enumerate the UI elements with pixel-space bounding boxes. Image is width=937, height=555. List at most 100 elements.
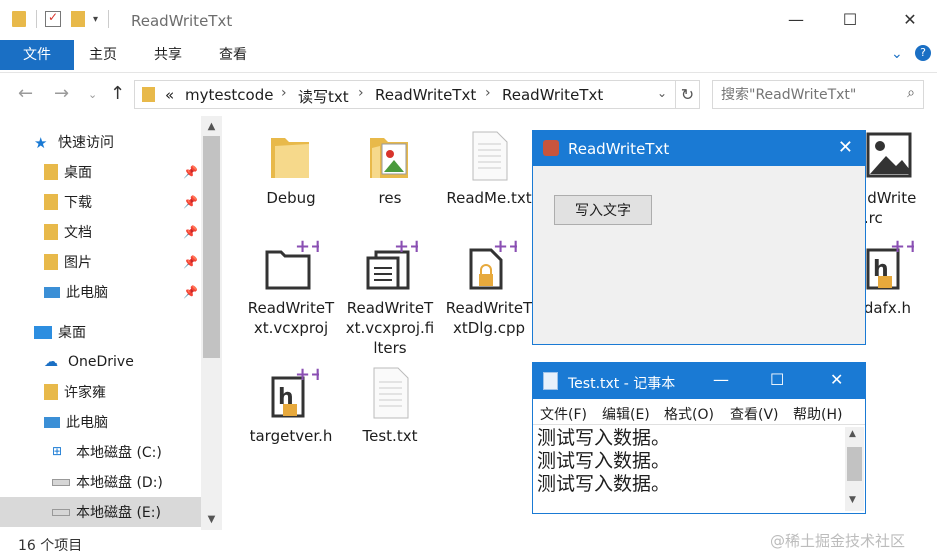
app-icon: [543, 140, 559, 156]
nav-onedrive[interactable]: ☁ OneDrive: [44, 347, 134, 377]
close-button[interactable]: ✕: [830, 370, 843, 389]
svg-text:++: ++: [295, 366, 319, 385]
breadcrumb-readwritetxt[interactable]: ReadWriteTxt: [375, 86, 476, 104]
pin-icon[interactable]: 📌: [183, 195, 198, 209]
header-file-icon: h ++: [271, 366, 319, 418]
menu-edit[interactable]: 编辑(E): [602, 404, 650, 424]
file-item[interactable]: Debug: [246, 130, 336, 208]
scroll-up-icon[interactable]: ▲: [201, 121, 222, 132]
nav-downloads[interactable]: 下载: [44, 187, 92, 217]
breadcrumb-overflow[interactable]: «: [165, 86, 174, 104]
file-name: adWrite t.rc: [858, 189, 917, 227]
pin-icon[interactable]: 📌: [183, 165, 198, 179]
close-icon[interactable]: ✕: [838, 137, 853, 158]
file-name: res: [378, 189, 402, 207]
scroll-down-icon[interactable]: ▼: [849, 495, 856, 505]
notepad-text-area[interactable]: 测试写入数据。 测试写入数据。 测试写入数据。: [537, 427, 843, 511]
nav-this-pc-pinned[interactable]: 此电脑: [44, 277, 108, 307]
nav-label: 许家雍: [64, 385, 106, 401]
file-item[interactable]: res: [345, 130, 435, 208]
file-item[interactable]: adWrite t.rc: [858, 130, 937, 228]
search-input[interactable]: [721, 85, 891, 105]
customize-toolbar-icon[interactable]: ▾: [93, 14, 98, 25]
file-name: Test.txt: [362, 427, 418, 445]
notepad-title-bar[interactable]: Test.txt - 记事本 — ☐ ✕: [533, 363, 865, 399]
dialog-title-bar[interactable]: ReadWriteTxt ✕: [533, 131, 865, 166]
tab-view[interactable]: 查看: [219, 40, 247, 70]
menu-view[interactable]: 查看(V): [730, 404, 779, 424]
breadcrumb-separator-icon[interactable]: ›: [358, 85, 364, 101]
file-item[interactable]: h ++ tdafx.h: [858, 238, 937, 318]
menu-help[interactable]: 帮助(H): [793, 404, 842, 424]
folder-icon: [12, 11, 26, 27]
address-bar[interactable]: « mytestcode › 读写txt › ReadWriteTxt › Re…: [134, 80, 676, 109]
scroll-up-icon[interactable]: ▲: [849, 429, 856, 439]
nav-drive-d[interactable]: 本地磁盘 (D:): [52, 467, 163, 497]
up-arrow-icon[interactable]: ↑: [110, 83, 125, 104]
search-box[interactable]: ⌕: [712, 80, 924, 109]
minimize-button[interactable]: —: [784, 8, 808, 32]
nav-drive-e-selected[interactable]: 本地磁盘 (E:): [0, 497, 201, 527]
file-item[interactable]: ++ ReadWriteTxtDlg.cpp: [444, 238, 534, 338]
nav-desktop-pinned[interactable]: 桌面: [44, 157, 92, 187]
breadcrumb-readwrite-txt[interactable]: 读写txt: [298, 86, 349, 107]
search-icon: ⌕: [907, 85, 915, 101]
nav-documents[interactable]: 文档: [44, 217, 92, 247]
nav-desktop[interactable]: 桌面: [34, 317, 86, 347]
address-dropdown-icon[interactable]: ⌄: [657, 86, 667, 100]
file-item[interactable]: ReadMe.txt: [444, 130, 534, 208]
notepad-scrollbar[interactable]: ▲ ▼: [845, 427, 864, 511]
nav-label: 此电脑: [66, 415, 108, 431]
vcxproj-icon: ++: [265, 238, 319, 290]
nav-scrollbar[interactable]: ▲ ▼: [201, 116, 222, 530]
nav-user-folder[interactable]: 许家雍: [44, 377, 106, 407]
refresh-icon[interactable]: ↻: [676, 80, 700, 109]
drive-icon: [52, 478, 70, 486]
pin-icon[interactable]: 📌: [183, 225, 198, 239]
text-line: 测试写入数据。: [537, 427, 671, 449]
properties-icon[interactable]: ✓: [45, 10, 61, 27]
nav-pictures[interactable]: 图片: [44, 247, 92, 277]
maximize-button[interactable]: ☐: [838, 8, 862, 32]
forward-arrow-icon[interactable]: →: [54, 83, 69, 104]
scroll-down-icon[interactable]: ▼: [201, 514, 222, 525]
expand-ribbon-icon[interactable]: ⌄: [891, 46, 903, 62]
nav-label: 本地磁盘 (E:): [76, 505, 161, 521]
nav-this-pc[interactable]: 此电脑: [44, 407, 108, 437]
star-icon: ★: [34, 134, 48, 152]
help-icon[interactable]: ?: [915, 45, 931, 61]
tab-share[interactable]: 共享: [154, 40, 182, 70]
file-item[interactable]: h ++ targetver.h: [246, 366, 336, 446]
minimize-button[interactable]: —: [713, 370, 729, 389]
recent-locations-icon[interactable]: ⌄: [88, 88, 97, 101]
file-item[interactable]: ++ ReadWriteTxt.vcxproj: [246, 238, 336, 338]
menu-format[interactable]: 格式(O): [664, 404, 714, 424]
tab-file[interactable]: 文件: [0, 40, 74, 70]
desktop-icon: [34, 325, 52, 339]
breadcrumb-current[interactable]: ReadWriteTxt: [502, 86, 603, 104]
file-item[interactable]: Test.txt: [345, 366, 435, 446]
tab-home[interactable]: 主页: [89, 40, 117, 70]
breadcrumb-separator-icon[interactable]: ›: [485, 85, 491, 101]
new-folder-icon[interactable]: [71, 11, 85, 27]
back-arrow-icon[interactable]: ←: [18, 83, 33, 104]
write-text-button[interactable]: 写入文字: [554, 195, 652, 225]
document-folder-icon: [44, 224, 58, 240]
nav-quick-access[interactable]: ★ 快速访问: [34, 127, 114, 157]
breadcrumb-separator-icon[interactable]: ›: [281, 85, 287, 101]
pin-icon[interactable]: 📌: [183, 285, 198, 299]
maximize-button[interactable]: ☐: [770, 370, 784, 389]
scroll-thumb[interactable]: [203, 136, 220, 358]
file-item[interactable]: ++ ReadWriteTxt.vcxproj.filters: [345, 238, 435, 358]
close-button[interactable]: ✕: [898, 8, 922, 32]
pin-icon[interactable]: 📌: [183, 255, 198, 269]
scroll-thumb[interactable]: [847, 447, 862, 481]
drive-icon: [52, 508, 70, 516]
item-count: 16 个项目: [18, 538, 83, 554]
svg-text:++: ++: [394, 238, 418, 257]
explorer-title-bar: ✓ ▾ ReadWriteTxt — ☐ ✕: [0, 0, 937, 40]
nav-drive-c[interactable]: ⊞ 本地磁盘 (C:): [52, 437, 162, 467]
breadcrumb-mytestcode[interactable]: mytestcode: [185, 86, 273, 104]
menu-file[interactable]: 文件(F): [540, 404, 587, 424]
nav-label: 此电脑: [66, 285, 108, 301]
